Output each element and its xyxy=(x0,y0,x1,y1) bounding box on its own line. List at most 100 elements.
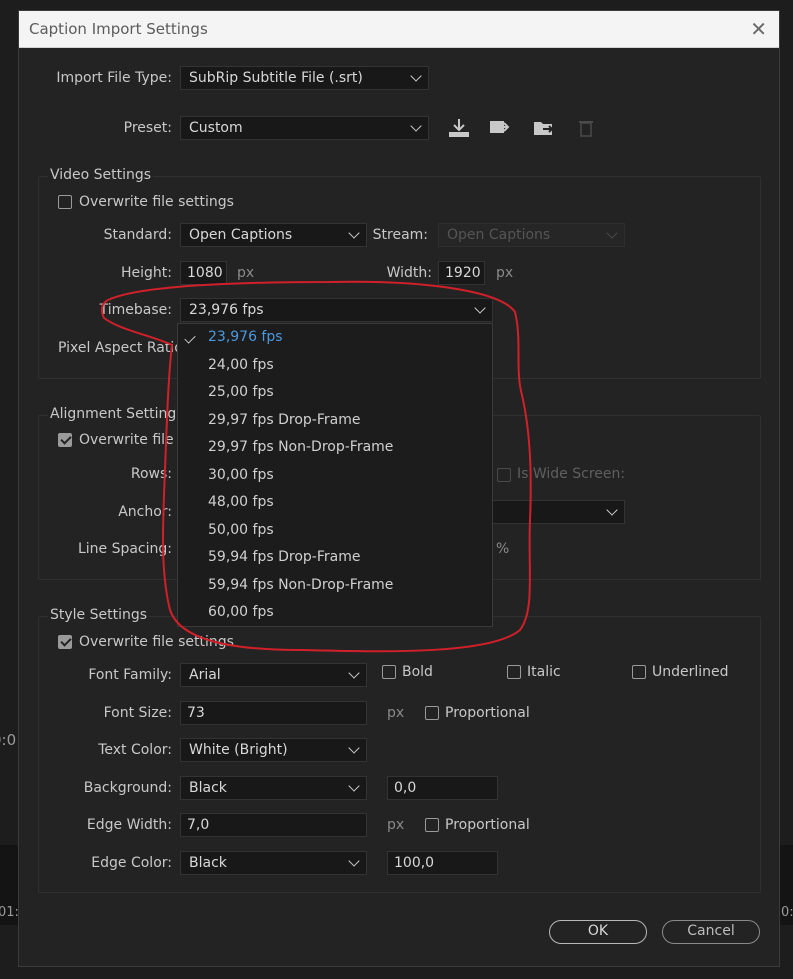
font-size-label: Font Size: xyxy=(103,705,172,721)
height-input[interactable]: 1080 xyxy=(180,261,227,285)
background-select[interactable]: Black xyxy=(180,776,367,800)
text-color-select[interactable]: White (Bright) xyxy=(180,738,367,762)
standard-value: Open Captions xyxy=(189,227,293,243)
width-label: Width: xyxy=(386,265,432,281)
edge-color-label: Edge Color: xyxy=(91,855,172,871)
standard-select[interactable]: Open Captions xyxy=(180,223,367,247)
edge-width-unit: px xyxy=(387,817,405,833)
style-settings-title: Style Settings xyxy=(48,607,150,623)
timebase-option[interactable]: 59,94 fps Non-Drop-Frame xyxy=(208,577,393,593)
anchor-label: Anchor: xyxy=(118,504,172,520)
background-timecode: 01: xyxy=(0,905,19,920)
chevron-down-icon xyxy=(348,227,360,239)
import-preset-icon[interactable] xyxy=(447,117,471,139)
import-file-type-select[interactable]: SubRip Subtitle File (.srt) xyxy=(180,66,429,90)
timebase-value: 23,976 fps xyxy=(189,302,264,318)
timebase-option[interactable]: 23,976 fps xyxy=(208,329,283,345)
width-value: 1920 xyxy=(445,265,481,281)
width-input[interactable]: 1920 xyxy=(438,261,485,285)
import-file-type-value: SubRip Subtitle File (.srt) xyxy=(189,70,363,86)
timebase-dropdown-list: 23,976 fps 24,00 fps 25,00 fps 29,97 fps… xyxy=(177,323,493,627)
edge-proportional-label: Proportional xyxy=(445,817,530,833)
background-opacity-input[interactable]: 0,0 xyxy=(387,776,498,800)
export-preset-icon[interactable] xyxy=(488,117,512,139)
chevron-down-icon xyxy=(410,70,422,82)
video-overwrite-checkbox[interactable] xyxy=(58,195,72,209)
line-spacing-label: Line Spacing: xyxy=(77,541,172,557)
underlined-label: Underlined xyxy=(652,664,729,680)
preset-select[interactable]: Custom xyxy=(180,116,429,140)
height-label: Height: xyxy=(121,265,172,281)
font-size-unit: px xyxy=(387,705,405,721)
widescreen-label: Is Wide Screen: xyxy=(517,466,626,482)
timebase-option[interactable]: 48,00 fps xyxy=(208,494,274,510)
stream-select: Open Captions xyxy=(438,223,625,247)
standard-label: Standard: xyxy=(103,227,172,243)
chevron-down-icon xyxy=(348,855,360,867)
video-overwrite-label: Overwrite file settings xyxy=(79,194,234,210)
timebase-option[interactable]: 29,97 fps Non-Drop-Frame xyxy=(208,439,393,455)
timebase-option[interactable]: 24,00 fps xyxy=(208,357,274,373)
timebase-option[interactable]: 25,00 fps xyxy=(208,384,274,400)
trash-icon xyxy=(574,117,598,139)
underlined-checkbox[interactable] xyxy=(632,665,646,679)
edge-width-input[interactable]: 7,0 xyxy=(180,813,367,837)
cancel-button[interactable]: Cancel xyxy=(662,920,760,944)
ok-button[interactable]: OK xyxy=(549,920,647,944)
chevron-down-icon xyxy=(410,120,422,132)
font-family-select[interactable]: Arial xyxy=(180,663,367,687)
edge-color-select[interactable]: Black xyxy=(180,851,367,875)
chevron-down-icon xyxy=(348,780,360,792)
chevron-down-icon xyxy=(474,302,486,314)
italic-label: Italic xyxy=(527,664,561,680)
timebase-label: Timebase: xyxy=(99,302,172,318)
stream-label: Stream: xyxy=(372,227,428,243)
proportional-checkbox[interactable] xyxy=(425,706,439,720)
timebase-option[interactable]: 30,00 fps xyxy=(208,467,274,483)
proportional-label: Proportional xyxy=(445,705,530,721)
background-label: Background: xyxy=(83,780,172,796)
font-size-input[interactable]: 73 xyxy=(180,701,367,725)
font-family-label: Font Family: xyxy=(88,667,172,683)
import-file-type-label: Import File Type: xyxy=(56,70,172,86)
style-overwrite-checkbox[interactable] xyxy=(58,635,72,649)
chevron-down-icon xyxy=(606,504,618,516)
edge-color-value: Black xyxy=(189,855,227,871)
close-icon[interactable]: ✕ xyxy=(750,17,767,41)
bold-label: Bold xyxy=(402,664,433,680)
timebase-option[interactable]: 59,94 fps Drop-Frame xyxy=(208,549,360,565)
widescreen-checkbox xyxy=(497,468,511,482)
timebase-option[interactable]: 29,97 fps Drop-Frame xyxy=(208,412,360,428)
edge-width-value: 7,0 xyxy=(187,817,210,833)
italic-checkbox[interactable] xyxy=(507,665,521,679)
chevron-down-icon xyxy=(348,742,360,754)
font-size-value: 73 xyxy=(187,705,205,721)
height-value: 1080 xyxy=(187,265,223,281)
bold-checkbox[interactable] xyxy=(382,665,396,679)
line-spacing-unit: % xyxy=(496,541,510,557)
rows-label: Rows: xyxy=(130,466,172,482)
pixel-aspect-label: Pixel Aspect Ratio: xyxy=(58,340,188,356)
text-color-value: White (Bright) xyxy=(189,742,288,758)
timebase-select[interactable]: 23,976 fps xyxy=(180,298,493,322)
width-unit: px xyxy=(496,265,514,281)
folder-export-icon[interactable] xyxy=(532,117,556,139)
background-opacity-value: 0,0 xyxy=(394,780,417,796)
edge-width-label: Edge Width: xyxy=(86,817,172,833)
background-value: Black xyxy=(189,780,227,796)
alignment-overwrite-checkbox[interactable] xyxy=(58,433,72,447)
edge-color-opacity-value: 100,0 xyxy=(394,855,435,871)
timebase-option[interactable]: 50,00 fps xyxy=(208,522,274,538)
preset-value: Custom xyxy=(189,120,243,136)
timebase-option[interactable]: 60,00 fps xyxy=(208,604,274,620)
checkmark-icon xyxy=(184,332,196,344)
chevron-down-icon xyxy=(606,227,618,239)
height-unit: px xyxy=(237,265,255,281)
background-timecode: 0:0 xyxy=(781,905,793,920)
font-family-value: Arial xyxy=(189,667,221,683)
edge-proportional-checkbox[interactable] xyxy=(425,818,439,832)
text-color-label: Text Color: xyxy=(98,742,172,758)
style-overwrite-label: Overwrite file settings xyxy=(79,634,234,650)
edge-color-opacity-input[interactable]: 100,0 xyxy=(387,851,498,875)
chevron-down-icon xyxy=(348,667,360,679)
